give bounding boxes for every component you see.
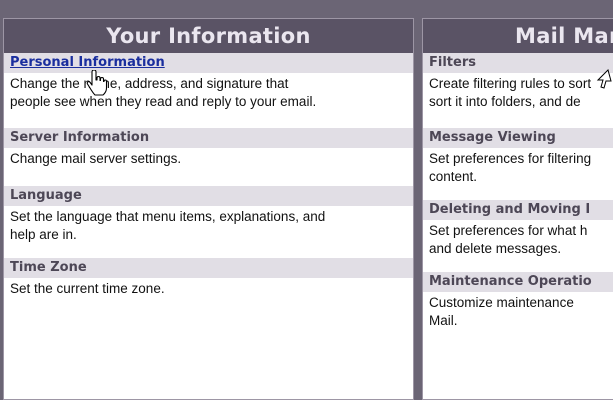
description-line: Change the name, address, and signature … (10, 76, 289, 91)
language-description: Set the language that menu items, explan… (4, 206, 413, 244)
mail-management-panel: Mail Mar Filters Create filtering rules … (422, 18, 613, 400)
filters-section: Filters Create filtering rules to sort s… (423, 53, 613, 111)
description-line: Customize maintenance (429, 295, 574, 310)
server-information-section: Server Information Change mail server se… (4, 128, 413, 168)
description-line: content. (429, 169, 478, 184)
personal-information-section: Personal Information Change the name, ad… (4, 53, 413, 111)
description-line: Mail. (429, 313, 458, 328)
mail-management-header: Mail Mar (423, 19, 613, 53)
filters-link[interactable]: Filters (423, 53, 613, 73)
your-information-header: Your Information (4, 19, 413, 53)
maintenance-operations-link[interactable]: Maintenance Operatio (423, 272, 613, 292)
language-section: Language Set the language that menu item… (4, 186, 413, 244)
description-line: and delete messages. (429, 241, 562, 256)
message-viewing-link[interactable]: Message Viewing (423, 128, 613, 148)
time-zone-section: Time Zone Set the current time zone. (4, 258, 413, 298)
personal-information-description: Change the name, address, and signature … (4, 73, 413, 111)
personal-information-link[interactable]: Personal Information (4, 53, 413, 73)
message-viewing-section: Message Viewing Set preferences for filt… (423, 128, 613, 186)
filters-description: Create filtering rules to sort sort it i… (423, 73, 613, 111)
description-line: Set preferences for filtering (429, 151, 592, 166)
description-line: Change mail server settings. (10, 151, 182, 166)
description-line: Set the current time zone. (10, 281, 165, 296)
language-link[interactable]: Language (4, 186, 413, 206)
time-zone-link[interactable]: Time Zone (4, 258, 413, 278)
description-line: people see when they read and reply to y… (10, 94, 317, 109)
arrow-cursor-icon (596, 69, 612, 89)
server-information-link[interactable]: Server Information (4, 128, 413, 148)
maintenance-operations-description: Customize maintenance Mail. (423, 292, 613, 330)
deleting-moving-link[interactable]: Deleting and Moving I (423, 200, 613, 220)
description-line: sort it into folders, and de (429, 94, 581, 109)
time-zone-description: Set the current time zone. (4, 278, 413, 298)
description-line: Set the language that menu items, explan… (10, 209, 326, 224)
server-information-description: Change mail server settings. (4, 148, 413, 168)
deleting-moving-description: Set preferences for what h and delete me… (423, 220, 613, 258)
deleting-moving-section: Deleting and Moving I Set preferences fo… (423, 200, 613, 258)
message-viewing-description: Set preferences for filtering content. (423, 148, 613, 186)
maintenance-operations-section: Maintenance Operatio Customize maintenan… (423, 272, 613, 330)
hand-pointer-icon (86, 70, 108, 96)
your-information-panel: Your Information Personal Information Ch… (3, 18, 414, 400)
description-line: Create filtering rules to sort (429, 76, 592, 91)
description-line: Set preferences for what h (429, 223, 588, 238)
description-line: help are in. (10, 227, 77, 242)
